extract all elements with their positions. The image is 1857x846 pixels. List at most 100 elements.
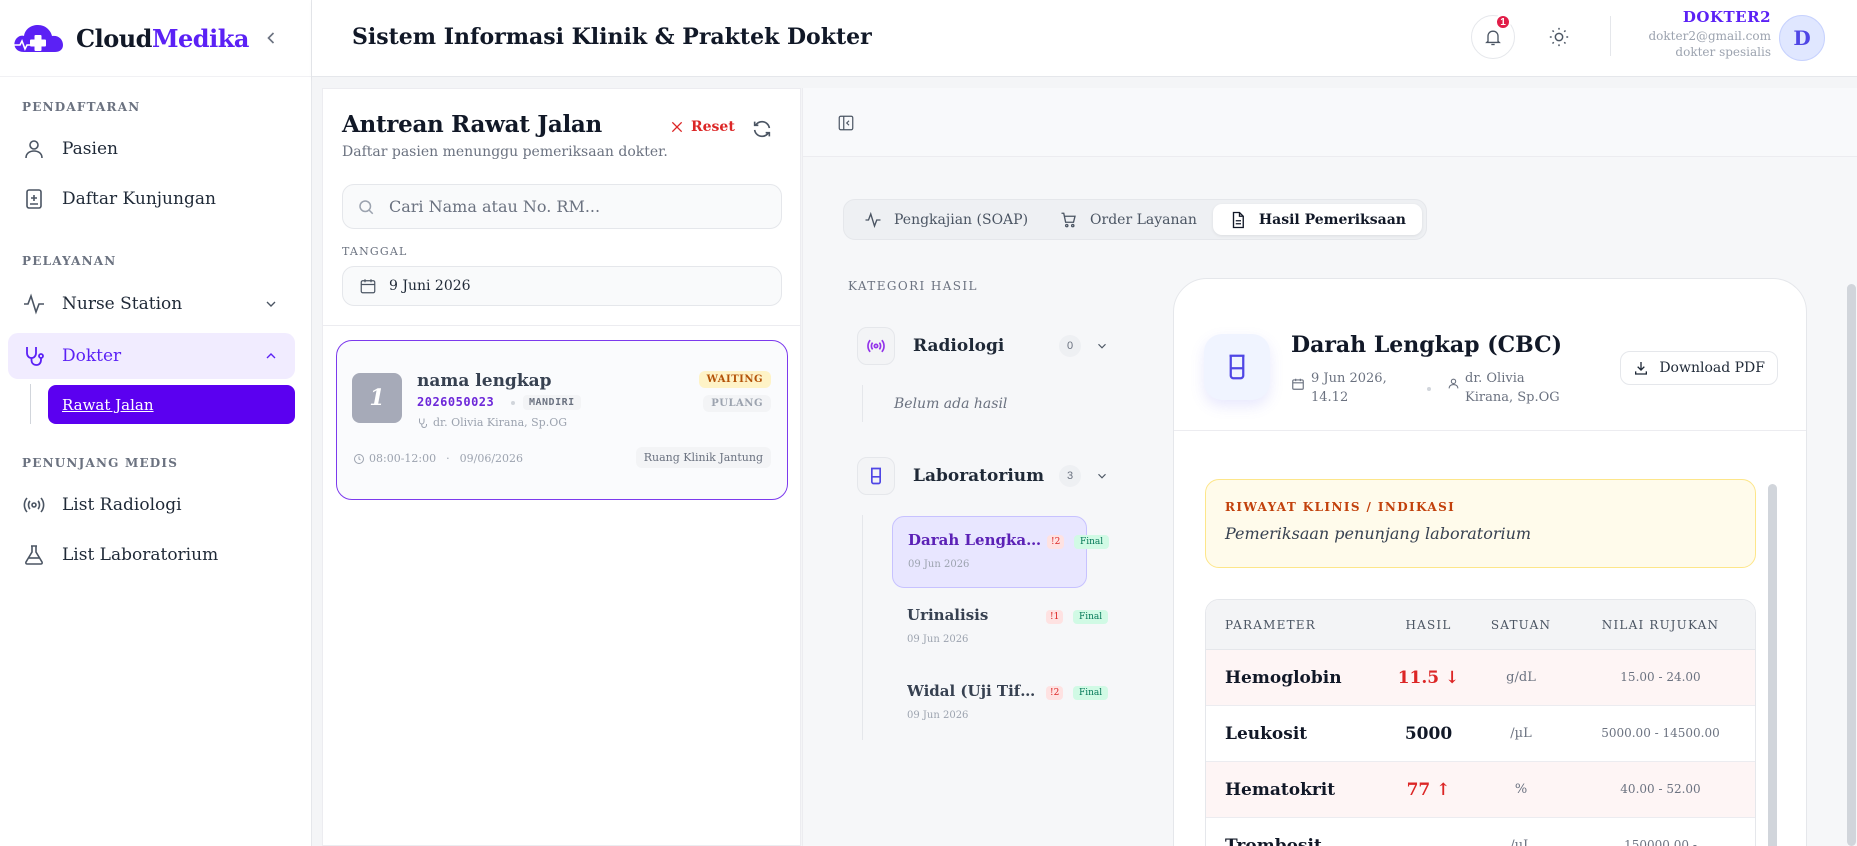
abnormal-flag-badge: !2 — [1047, 535, 1065, 549]
status-badge-final: Final — [1073, 686, 1109, 700]
panel-collapse-icon[interactable] — [837, 114, 855, 132]
lab-item-date: 09 Jun 2026 — [908, 559, 970, 570]
download-icon — [1635, 362, 1648, 375]
date-picker[interactable]: 9 Juni 2026 — [342, 266, 782, 306]
stethoscope-icon — [419, 418, 427, 428]
result-header: Darah Lengkap (CBC) 9 Jun 2026, 14.12 dr… — [1174, 279, 1806, 431]
tab-order-layanan[interactable]: Order Layanan — [1044, 204, 1213, 235]
lab-item-name: Widal (Uji Tifus) — [907, 682, 1042, 700]
sun-icon[interactable] — [1548, 26, 1570, 48]
search-field[interactable] — [342, 184, 782, 229]
queue-divider — [323, 325, 800, 326]
lab-item-name: Urinalisis — [907, 606, 989, 624]
sidebar-item-label: Dokter — [62, 346, 122, 366]
sidebar: CloudMedika PENDAFTARAN Pasien Daftar Ku… — [0, 0, 312, 846]
activity-icon — [865, 211, 881, 228]
clinical-history-box: RIWAYAT KLINIS / INDIKASI Pemeriksaan pe… — [1205, 479, 1756, 568]
user-info[interactable]: DOKTER2 dokter2@gmail.com dokter spesial… — [1648, 8, 1771, 59]
result-date: 9 Jun 2026, 14.12 — [1291, 369, 1401, 407]
category-tree-line — [862, 515, 863, 740]
patient-name: nama lengkap — [417, 371, 552, 391]
panel-scrollbar[interactable] — [1847, 284, 1856, 846]
flask-icon — [25, 545, 43, 565]
sidebar-item-nurse-station[interactable]: Nurse Station — [8, 281, 295, 327]
brand-name: CloudMedika — [76, 23, 249, 53]
category-laboratorium[interactable]: Laboratorium 3 — [857, 456, 1109, 496]
result-value: 77 ↑ — [1381, 762, 1476, 818]
result-value — [1381, 818, 1476, 846]
clock-icon — [354, 453, 364, 464]
download-pdf-button[interactable]: Download PDF — [1620, 351, 1778, 385]
user-icon — [25, 140, 43, 159]
result-value: 11.5 ↓ — [1381, 650, 1476, 706]
patient-schedule: 08:00-12:00 · 09/06/2026 — [353, 452, 523, 465]
abnormal-flag-badge: !2 — [1046, 686, 1064, 700]
category-radiologi[interactable]: Radiologi 0 — [857, 326, 1109, 366]
section-pelayanan: PELAYANAN — [22, 254, 117, 268]
category-count: 3 — [1059, 465, 1081, 487]
schedule-date: 09/06/2026 — [459, 452, 524, 465]
calendar-icon — [1292, 378, 1304, 390]
detail-toolbar — [803, 88, 1857, 157]
cart-icon — [1061, 212, 1076, 227]
schedule-time: 08:00-12:00 — [369, 452, 437, 465]
result-icon-box — [1204, 334, 1270, 400]
table-row: Hemoglobin 11.5 ↓ g/dL 15.00 - 24.00 — [1206, 650, 1755, 706]
activity-icon — [24, 293, 44, 315]
reference-range: 15.00 - 24.00 — [1566, 650, 1755, 706]
category-name: Radiologi — [913, 336, 1005, 356]
sidebar-item-label: Daftar Kunjungan — [62, 189, 216, 209]
table-scrollbar[interactable] — [1768, 484, 1777, 846]
patient-card[interactable]: 1 nama lengkap 2026050023 MANDIRI dr. Ol… — [336, 340, 788, 500]
result-unit: g/dL — [1476, 650, 1566, 706]
sidebar-item-list-radiologi[interactable]: List Radiologi — [8, 482, 295, 528]
table-row: Hematokrit 77 ↑ % 40.00 - 52.00 — [1206, 762, 1755, 818]
patient-rm-number: 2026050023 — [417, 395, 495, 409]
table-row: Trombosit /µL 150000.00 - — [1206, 818, 1755, 846]
tab-hasil-pemeriksaan[interactable]: Hasil Pemeriksaan — [1212, 204, 1422, 235]
notification-button[interactable]: 1 — [1471, 14, 1515, 59]
refresh-icon[interactable] — [751, 118, 773, 140]
search-icon — [359, 199, 374, 214]
parameter-table: PARAMETER HASIL SATUAN NILAI RUJUKAN Hem… — [1205, 599, 1756, 846]
sidebar-item-label: List Radiologi — [62, 495, 182, 515]
category-icon-box — [857, 327, 895, 365]
user-role: dokter spesialis — [1675, 45, 1771, 59]
detail-tabs: Pengkajian (SOAP) Order Layanan Hasil Pe… — [843, 199, 1427, 240]
queue-title: Antrean Rawat Jalan — [342, 111, 602, 138]
category-icon-box — [857, 457, 895, 495]
sidebar-subitem-rawat-jalan[interactable]: Rawat Jalan — [48, 385, 295, 424]
parameter-name: Hematokrit — [1206, 762, 1381, 818]
date-value: 9 Juni 2026 — [389, 278, 471, 294]
sidebar-item-daftar-kunjungan[interactable]: Daftar Kunjungan — [8, 176, 295, 222]
clinical-history-label: RIWAYAT KLINIS / INDIKASI — [1225, 500, 1456, 514]
reset-button[interactable]: Reset — [669, 119, 735, 135]
separator-dot — [1427, 387, 1431, 391]
sidebar-item-pasien[interactable]: Pasien — [8, 126, 295, 172]
beaker-icon — [1229, 354, 1245, 380]
document-icon — [1232, 211, 1244, 228]
calendar-icon — [360, 279, 376, 294]
reference-range: 40.00 - 52.00 — [1566, 762, 1755, 818]
sidebar-item-dokter[interactable]: Dokter — [8, 333, 295, 379]
category-title: KATEGORI HASIL — [848, 279, 978, 293]
status-badge-final: Final — [1074, 535, 1110, 549]
chevron-down-icon — [1098, 343, 1106, 349]
parameter-name: Leukosit — [1206, 706, 1381, 762]
avatar[interactable]: D — [1779, 15, 1825, 61]
stethoscope-icon — [26, 347, 44, 366]
lab-item-date: 09 Jun 2026 — [907, 634, 969, 645]
search-input[interactable] — [389, 197, 769, 216]
lab-item-darah-lengkap[interactable]: Darah Lengkap (CBC) !2 Final 09 Jun 2026 — [892, 516, 1110, 588]
lab-item-widal[interactable]: Widal (Uji Tifus) !2 Final 09 Jun 2026 — [892, 668, 1109, 740]
section-pendaftaran: PENDAFTARAN — [22, 100, 141, 114]
column-header: HASIL — [1381, 600, 1476, 650]
sidebar-item-list-laboratorium[interactable]: List Laboratorium — [8, 532, 295, 578]
patient-doctor: dr. Olivia Kirana, Sp.OG — [417, 416, 567, 429]
category-count: 0 — [1059, 335, 1081, 357]
top-header: Sistem Informasi Klinik & Praktek Dokter… — [312, 0, 1857, 77]
tab-pengkajian-soap[interactable]: Pengkajian (SOAP) — [848, 204, 1044, 235]
queue-panel: Antrean Rawat Jalan Daftar pasien menung… — [322, 88, 801, 846]
collapse-sidebar-chevron-icon[interactable] — [261, 28, 281, 48]
lab-item-urinalisis[interactable]: Urinalisis !1 Final 09 Jun 2026 — [892, 592, 1109, 664]
